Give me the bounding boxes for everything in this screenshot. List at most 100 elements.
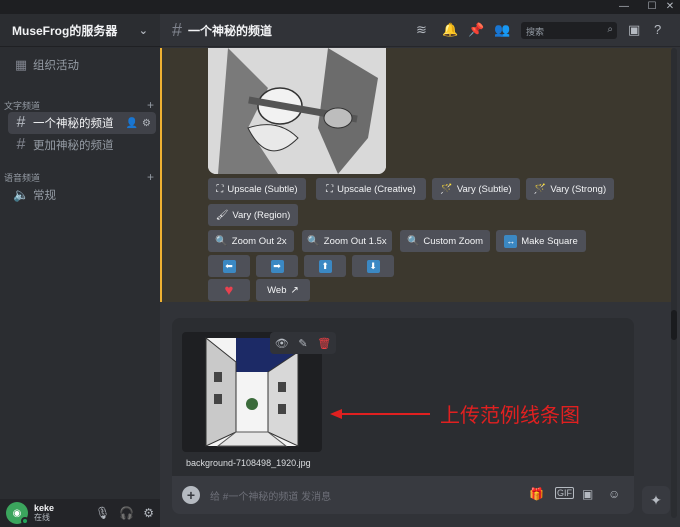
events-item[interactable]: ▦ 组织活动	[8, 54, 156, 76]
button-label: Upscale (Creative)	[337, 183, 416, 195]
channel-header: # 一个神秘的频道 ≋ 🔔 📌 👥 搜索 ⌕ ▣ ?	[160, 14, 680, 47]
search-icon: ⌕	[607, 24, 613, 35]
maximize-button[interactable]: ☐	[644, 1, 660, 13]
message-composer[interactable]: + 给 #一个神秘的频道 发消息 🎁 GIF ▣ ☺	[172, 476, 634, 514]
bell-icon[interactable]: 🔔	[442, 22, 458, 38]
arrow-right-icon: ➡	[270, 259, 284, 273]
sidebar-item-voice-1[interactable]: 🔈 常规	[8, 184, 156, 206]
members-icon[interactable]: 👥	[494, 22, 510, 38]
hash-icon: #	[16, 114, 26, 131]
gift-icon[interactable]: 🎁	[529, 487, 544, 501]
attachment-toolbar: 👁 ✎ 🗑	[270, 332, 336, 354]
user-status: 在线	[34, 513, 50, 522]
attachment-filename: background-7108498_1920.jpg	[186, 458, 311, 468]
pencil-icon[interactable]: ✎	[298, 337, 307, 350]
button-label: Vary (Region)	[232, 209, 291, 221]
minimize-button[interactable]: —	[616, 1, 632, 13]
events-label: 组织活动	[33, 60, 79, 72]
pan-up-button[interactable]: ⬆	[304, 255, 346, 277]
arrow-left-icon: ⬅	[222, 259, 236, 273]
hash-icon: #	[16, 136, 26, 153]
main-panel: # 一个神秘的频道 ≋ 🔔 📌 👥 搜索 ⌕ ▣ ? ⛶ Upscale (Su…	[160, 14, 680, 527]
eye-icon[interactable]: 👁	[275, 337, 289, 350]
apps-icon: ✦	[650, 491, 662, 508]
magnifier-icon: 🔍	[215, 235, 228, 247]
button-label: Custom Zoom	[423, 235, 484, 247]
button-label: Make Square	[521, 235, 578, 247]
magnifier-icon: 🔍	[307, 235, 320, 247]
zoom-out-1-5x-button[interactable]: 🔍 Zoom Out 1.5x	[302, 230, 392, 252]
vary-region-button[interactable]: 🖌 Vary (Region)	[208, 204, 298, 226]
gif-icon[interactable]: GIF	[555, 487, 574, 499]
text-category[interactable]: 文字频道 +	[4, 98, 154, 112]
online-status-dot	[21, 517, 29, 525]
external-link-icon: ↗	[290, 284, 299, 296]
custom-zoom-button[interactable]: 🔍 Custom Zoom	[400, 230, 490, 252]
button-label: Vary (Strong)	[550, 183, 607, 195]
voice-category[interactable]: 语音频道 +	[4, 170, 154, 184]
help-icon[interactable]: ?	[654, 22, 661, 37]
text-category-label: 文字频道	[4, 100, 41, 111]
left-right-arrow-icon: ↔	[504, 234, 518, 248]
channel-sidebar: MuseFrog的服务器 ⌄ ▦ 组织活动 文字频道 + # 一个神秘的频道 👤…	[0, 14, 160, 527]
vary-strong-button[interactable]: 🪄 Vary (Strong)	[526, 178, 614, 200]
add-attachment-button[interactable]: +	[182, 486, 200, 504]
trash-icon[interactable]: 🗑	[317, 337, 331, 350]
channel-label: 一个神秘的频道	[33, 118, 114, 130]
magic-wand-icon: 🪄	[440, 183, 453, 195]
make-square-button[interactable]: ↔ Make Square	[496, 230, 586, 252]
pan-down-button[interactable]: ⬇	[352, 255, 394, 277]
avatar[interactable]: ◉	[6, 502, 29, 525]
upscale-icon: ⛶	[216, 183, 224, 195]
sidebar-item-channel-1[interactable]: # 一个神秘的频道 👤 ⚙	[8, 112, 156, 134]
headphones-icon[interactable]: 🎧	[119, 506, 134, 520]
zoom-out-2x-button[interactable]: 🔍 Zoom Out 2x	[208, 230, 294, 252]
channel-title: 一个神秘的频道	[188, 23, 273, 38]
favorite-button[interactable]: ♥	[208, 279, 250, 301]
upscale-creative-button[interactable]: ⛶ Upscale (Creative)	[316, 178, 426, 200]
button-label: Zoom Out 1.5x	[323, 235, 387, 247]
web-link-button[interactable]: Web ↗	[256, 279, 310, 301]
gear-icon[interactable]: ⚙	[142, 118, 151, 129]
server-header[interactable]: MuseFrog的服务器 ⌄	[0, 14, 160, 47]
vary-subtle-button[interactable]: 🪄 Vary (Subtle)	[432, 178, 520, 200]
voice-category-label: 语音频道	[4, 172, 41, 183]
pan-left-button[interactable]: ⬅	[208, 255, 250, 277]
speaker-icon: 🔈	[13, 187, 30, 202]
scrollbar[interactable]	[671, 48, 677, 518]
search-placeholder: 搜索	[526, 27, 545, 37]
button-label: Zoom Out 2x	[231, 235, 287, 247]
threads-icon[interactable]: ≋	[416, 22, 427, 38]
red-arrow-annotation	[330, 409, 430, 419]
button-label: Vary (Subtle)	[456, 183, 512, 195]
paintbrush-icon: 🖌	[215, 209, 229, 221]
close-button[interactable]: ✕	[662, 1, 678, 13]
sidebar-item-channel-2[interactable]: # 更加神秘的频道	[8, 134, 156, 156]
upload-preview-area: 👁 ✎ 🗑 background-7108498_1920.jpg	[172, 318, 634, 476]
hash-icon: #	[172, 19, 183, 40]
calendar-icon: ▦	[14, 57, 28, 72]
arrow-down-icon: ⬇	[366, 259, 380, 273]
chevron-down-icon: ⌄	[138, 24, 148, 37]
scrollbar-thumb[interactable]	[671, 310, 677, 340]
add-channel-icon[interactable]: +	[147, 98, 154, 112]
button-label: Web	[267, 284, 287, 296]
button-label: Upscale (Subtle)	[227, 183, 298, 195]
upscale-subtle-button[interactable]: ⛶ Upscale (Subtle)	[208, 178, 306, 200]
add-channel-icon[interactable]: +	[147, 170, 154, 184]
sticker-icon[interactable]: ▣	[582, 487, 593, 501]
generated-image[interactable]	[208, 48, 386, 174]
annotation-text: 上传范例线条图	[440, 405, 580, 427]
magnifier-icon: 🔍	[406, 235, 420, 247]
emoji-icon[interactable]: ☺	[608, 487, 620, 501]
gear-icon[interactable]: ⚙	[143, 506, 154, 520]
channel-label: 更加神秘的频道	[33, 140, 114, 152]
microphone-icon[interactable]: 🎙	[95, 506, 110, 520]
username: keke	[34, 503, 55, 513]
invite-icon[interactable]: 👤	[126, 118, 138, 129]
inbox-icon[interactable]: ▣	[628, 22, 640, 38]
pan-right-button[interactable]: ➡	[256, 255, 298, 277]
search-input[interactable]: 搜索 ⌕	[521, 22, 617, 39]
pin-icon[interactable]: 📌	[468, 22, 484, 38]
apps-button[interactable]: ✦	[642, 486, 670, 514]
